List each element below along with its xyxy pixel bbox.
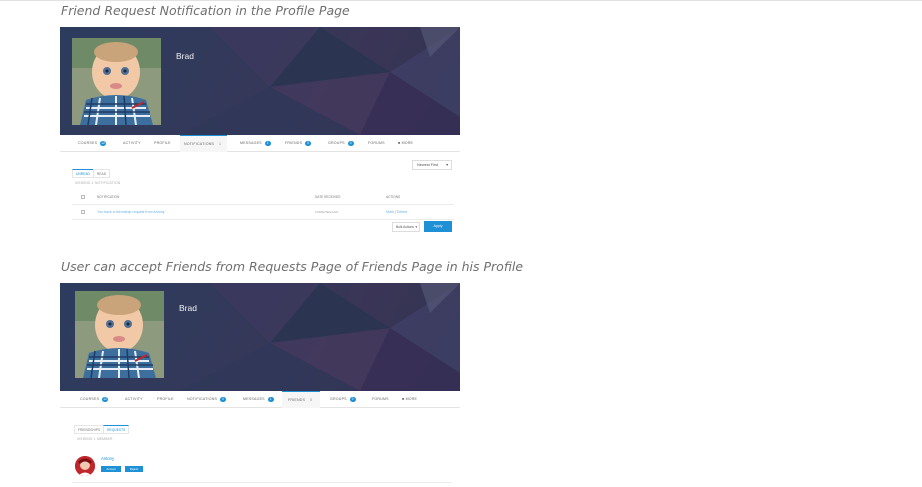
nav-activity[interactable]: ACTIVITY xyxy=(123,135,141,152)
nav-messages-label: MESSAGES xyxy=(243,397,265,401)
nav-more[interactable]: ■ MORE xyxy=(398,135,413,152)
nav-courses-label: COURSES xyxy=(80,397,100,401)
notifications-count-badge: 0 xyxy=(220,396,227,402)
tab-read[interactable]: READ xyxy=(92,169,111,178)
nav-friends[interactable]: FRIENDS 0 xyxy=(285,135,312,152)
avatar-icon xyxy=(75,456,95,476)
bulk-actions-label: Bulk Actions xyxy=(396,225,414,229)
row-divider xyxy=(72,482,452,483)
profile-panel-friends: Brad COURSES 12 ACTIVITY PROFILE NOTIFICA… xyxy=(60,283,460,487)
tab-friendships[interactable]: FRIENDSHIPS xyxy=(74,425,105,434)
sort-select[interactable]: Newest First ▾ xyxy=(412,160,452,170)
profile-nav: COURSES 12 ACTIVITY PROFILE NOTIFICATIONS… xyxy=(60,135,460,152)
cover-image: Brad xyxy=(60,283,460,391)
nav-courses[interactable]: COURSES 12 xyxy=(80,391,109,408)
col-date: DATE RECEIVED xyxy=(315,195,341,199)
notification-actions[interactable]: Mark | Delete xyxy=(386,205,407,220)
nav-more[interactable]: ■ MORE xyxy=(402,391,417,408)
nav-messages[interactable]: MESSAGES 1 xyxy=(243,391,274,408)
groups-count-badge: 0 xyxy=(347,140,354,146)
nav-profile[interactable]: PROFILE xyxy=(157,391,174,408)
viewing-count: VIEWING 1 MEMBER xyxy=(77,437,113,441)
notifications-table: NOTIFICATION DATE RECEIVED ACTIONS You h… xyxy=(72,190,454,220)
profile-nav: COURSES 12 ACTIVITY PROFILE NOTIFICATIONS… xyxy=(60,391,460,408)
nav-friends-label: FRIENDS xyxy=(288,398,306,402)
nav-courses[interactable]: COURSES 12 xyxy=(78,135,107,152)
col-notification: NOTIFICATION xyxy=(97,195,120,199)
groups-count-badge: 0 xyxy=(349,396,356,402)
row-checkbox[interactable] xyxy=(81,210,85,214)
tab-unread[interactable]: UNREAD xyxy=(72,169,94,178)
tab-requests[interactable]: REQUESTS xyxy=(103,425,130,434)
nav-friends-label: FRIENDS xyxy=(285,141,303,145)
friends-count-badge: 0 xyxy=(305,140,312,146)
notifications-count-badge: 1 xyxy=(219,141,222,146)
bulk-actions-select[interactable]: Bulk Actions ▾ xyxy=(392,222,420,232)
nav-forums[interactable]: FORUMS xyxy=(368,135,385,152)
nav-messages-label: MESSAGES xyxy=(240,141,262,145)
caption-friends: User can accept Friends from Requests Pa… xyxy=(61,259,524,274)
nav-notifications-label: NOTIFICATIONS xyxy=(187,397,218,401)
courses-count-badge: 12 xyxy=(102,396,109,402)
nav-forums[interactable]: FORUMS xyxy=(372,391,389,408)
caption-notifications: Friend Request Notification in the Profi… xyxy=(61,3,350,18)
top-divider xyxy=(0,0,922,1)
table-header: NOTIFICATION DATE RECEIVED ACTIONS xyxy=(72,190,454,205)
nav-profile[interactable]: PROFILE xyxy=(154,135,171,152)
nav-activity[interactable]: ACTIVITY xyxy=(125,391,143,408)
col-actions: ACTIONS xyxy=(386,195,401,199)
notifications-content: UNREAD READ Newest First ▾ VIEWING 1 NOTI… xyxy=(60,152,460,272)
reject-button[interactable]: Reject xyxy=(125,466,143,472)
profile-name: Brad xyxy=(179,303,197,313)
notification-subtabs: UNREAD READ xyxy=(72,160,111,178)
nav-groups-label: GROUPS xyxy=(330,397,347,401)
profile-avatar[interactable] xyxy=(75,291,164,378)
messages-count-badge: 1 xyxy=(267,396,274,402)
chevron-down-icon: ▾ xyxy=(446,163,448,167)
baby-photo-icon xyxy=(72,38,161,125)
nav-more-label: MORE xyxy=(401,141,414,145)
profile-panel-notifications: Brad COURSES 12 ACTIVITY PROFILE NOTIFICA… xyxy=(60,27,460,272)
nav-groups[interactable]: GROUPS 0 xyxy=(330,391,356,408)
member-avatar[interactable] xyxy=(75,456,95,476)
member-name-link[interactable]: Antony xyxy=(101,456,114,461)
courses-count-badge: 12 xyxy=(100,140,107,146)
cover-image: Brad xyxy=(60,27,460,135)
nav-notifications[interactable]: NOTIFICATIONS 0 xyxy=(187,391,227,408)
nav-messages[interactable]: MESSAGES 1 xyxy=(240,135,271,152)
sort-value: Newest First xyxy=(417,163,439,167)
profile-avatar[interactable] xyxy=(72,38,161,125)
notification-link[interactable]: You have a friendship request from Anton… xyxy=(97,205,165,220)
apply-button[interactable]: Apply xyxy=(424,221,452,232)
nav-courses-label: COURSES xyxy=(78,141,98,145)
baby-photo-icon xyxy=(75,291,164,378)
notification-date: 6 MINUTES AGO xyxy=(315,210,339,214)
nav-more-label: MORE xyxy=(405,397,418,401)
nav-groups[interactable]: GROUPS 0 xyxy=(328,135,354,152)
friends-content: FRIENDSHIPS REQUESTS VIEWING 1 MEMBER Ant… xyxy=(60,408,460,487)
friends-count-badge: 0 xyxy=(310,397,313,402)
accept-button[interactable]: Accept xyxy=(101,466,121,472)
nav-friends[interactable]: FRIENDS 0 xyxy=(282,391,321,408)
nav-notifications[interactable]: NOTIFICATIONS 1 xyxy=(180,135,228,152)
messages-count-badge: 1 xyxy=(264,140,271,146)
select-all-checkbox[interactable] xyxy=(81,195,85,199)
friends-subtabs: FRIENDSHIPS REQUESTS xyxy=(74,416,130,434)
nav-groups-label: GROUPS xyxy=(328,141,345,145)
profile-name: Brad xyxy=(176,51,194,61)
viewing-count: VIEWING 1 NOTIFICATION xyxy=(75,181,121,185)
nav-notifications-label: NOTIFICATIONS xyxy=(184,142,215,146)
chevron-down-icon: ▾ xyxy=(415,225,417,229)
table-row: You have a friendship request from Anton… xyxy=(72,205,454,220)
